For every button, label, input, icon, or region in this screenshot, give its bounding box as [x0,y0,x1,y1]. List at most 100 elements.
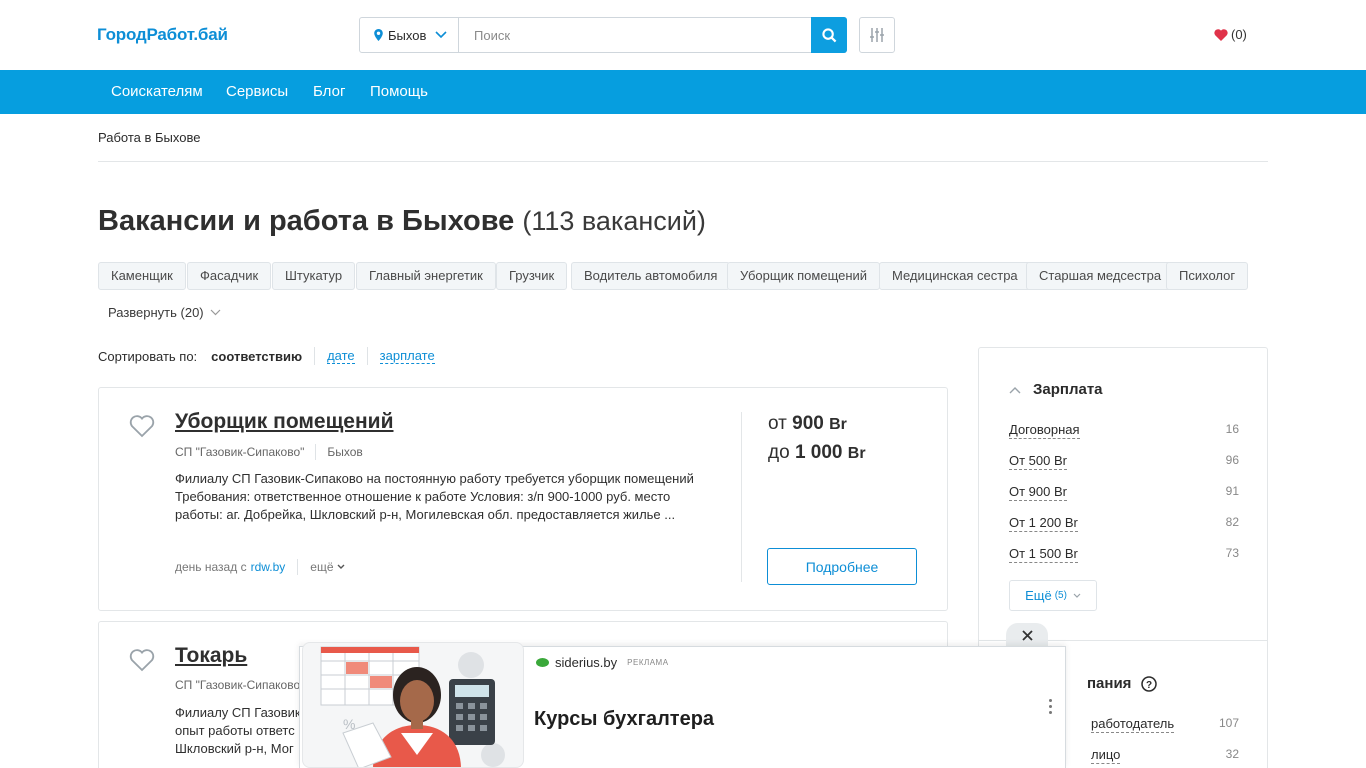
divider [314,347,316,365]
sort-option-salary[interactable]: зарплате [379,348,435,364]
filter-option[interactable]: От 1 200 Br 82 [1009,515,1239,532]
tag-item[interactable]: Водитель автомобиля [571,262,731,290]
more-vertical-icon[interactable] [1049,699,1053,717]
filter-option-label: От 1 500 Br [1009,546,1078,563]
filter-option-count: 91 [1225,484,1239,498]
tag-item[interactable]: Штукатур [272,262,356,290]
filter-option-label: От 500 Br [1009,453,1067,470]
filter-option-count: 96 [1225,453,1239,467]
filter-button[interactable] [859,17,895,53]
tag-item[interactable]: Главный энергетик [356,262,496,290]
salary-from-value: 900 [792,413,824,434]
chevron-up-icon [1009,386,1021,393]
divider [297,559,299,575]
salary-currency: Br [847,445,866,462]
vacancy-title[interactable]: Уборщик помещений [175,410,394,434]
close-icon [1021,630,1033,641]
filter-option-label: работодатель [1091,716,1175,733]
breadcrumb[interactable]: Работа в Быхове [98,130,200,145]
salary-from: от 900 Br [768,410,866,439]
filter-option-count: 107 [1218,716,1239,730]
vacancy-description: Филиалу СП Газовик-Сипаково на постоянну… [175,471,694,522]
site-logo[interactable]: ГородРабот.бай [97,25,228,45]
heart-icon [1214,28,1228,41]
filter-option[interactable]: От 900 Br 91 [1009,484,1239,501]
filter-option[interactable]: От 1 500 Br 73 [1009,546,1239,563]
nav-item-services[interactable]: Сервисы [226,83,288,100]
nav-item-jobseekers[interactable]: Соискателям [111,83,203,100]
company-filter-title: пания [1087,675,1132,692]
favorites-count: (0) [1231,27,1247,42]
vacancy-footer: день назад с rdw.by ещё [175,559,345,575]
salary-filter-header[interactable]: Зарплата [1009,381,1103,398]
expand-label: Развернуть (20) [108,305,204,320]
page-title: Вакансии и работа в Быхове (113 вакансий… [98,205,706,238]
tag-item[interactable]: Грузчик [496,262,568,290]
ad-domain: siderius.by [555,655,618,670]
filter-option-label: От 1 200 Br [1009,515,1078,532]
divider [315,444,317,460]
vacancy-company: СП "Газовик-Сипаково" [175,445,305,459]
tag-item[interactable]: Психолог [1166,262,1249,290]
favorite-heart-icon[interactable] [129,414,155,438]
filter-option-count: 16 [1225,422,1239,436]
ad-close-button[interactable] [1006,623,1048,648]
svg-text:?: ? [1146,680,1152,691]
salary-to-value: 1 000 [794,442,843,463]
tag-item[interactable]: Каменщик [98,262,186,290]
location-pin-icon [374,29,383,41]
search-input[interactable] [459,18,811,52]
nav-item-blog[interactable]: Блог [313,83,345,100]
ad-title[interactable]: Курсы бухгалтера [534,708,714,731]
sort-option-relevance[interactable]: соответствию [211,349,302,364]
salary-currency: Br [829,416,847,433]
sort-bar: Сортировать по: соответствию дате зарпла… [98,347,435,365]
vacancy-more-toggle[interactable]: ещё [310,560,344,574]
vacancy-posted: день назад с [175,560,247,574]
svg-text:%: % [343,716,355,732]
sort-label: Сортировать по: [98,348,198,364]
expand-tags-button[interactable]: Развернуть (20) [108,305,221,320]
ad-label: РЕКЛАМА [627,658,669,667]
filter-option-label: лицо [1091,747,1121,764]
vacancy-source-link[interactable]: rdw.by [251,560,286,574]
vacancy-company: СП "Газовик-Сипаково" [175,678,305,692]
tag-item[interactable]: Уборщик помещений [727,262,881,290]
favorite-heart-icon[interactable] [129,648,155,672]
chevron-down-icon [337,564,344,569]
vacancy-count: (113 вакансий) [522,206,706,236]
filter-option[interactable]: Договорная 16 [1009,422,1239,439]
search-button[interactable] [811,17,847,53]
show-more-button[interactable]: Ещё (5) [1009,580,1097,611]
ad-illustration: % [302,642,524,768]
show-more-count: (5) [1054,590,1067,601]
chevron-down-icon [1073,593,1081,598]
divider [741,412,742,582]
top-header: ГородРабот.бай Быхов Поиск (0) [0,0,1366,70]
city-select[interactable]: Быхов [360,18,459,52]
sort-option-date[interactable]: дате [327,348,355,364]
show-more-label: Ещё [1025,588,1052,603]
search-bar: Быхов [359,17,847,53]
main-nav: Соискателям Сервисы Блог Помощь [0,70,1366,114]
filter-option-label: Договорная [1009,422,1080,439]
tag-item[interactable]: Фасадчик [187,262,272,290]
tag-item[interactable]: Старшая медсестра [1026,262,1175,290]
ad-banner[interactable]: % siderius.by РЕКЛАМА Курсы бухгалтера [299,642,1066,768]
tag-item[interactable]: Медицинская сестра [879,262,1031,290]
filter-option-count: 73 [1225,546,1239,560]
filter-option-count: 32 [1225,747,1239,761]
advertiser-logo-icon [536,658,549,667]
nav-item-help[interactable]: Помощь [370,83,428,100]
ad-advertiser[interactable]: siderius.by РЕКЛАМА [536,655,669,670]
more-label: ещё [310,560,334,574]
help-icon[interactable]: ? [1141,675,1158,692]
salary-to: до 1 000 Br [768,439,866,468]
vacancy-title[interactable]: Токарь [175,644,247,668]
favorites-link[interactable]: (0) [1214,27,1247,42]
filter-option[interactable]: От 500 Br 96 [1009,453,1239,470]
details-button[interactable]: Подробнее [767,548,917,585]
salary-filter-title: Зарплата [1033,381,1103,398]
divider [98,161,1268,162]
vacancy-city: Быхов [327,445,363,459]
